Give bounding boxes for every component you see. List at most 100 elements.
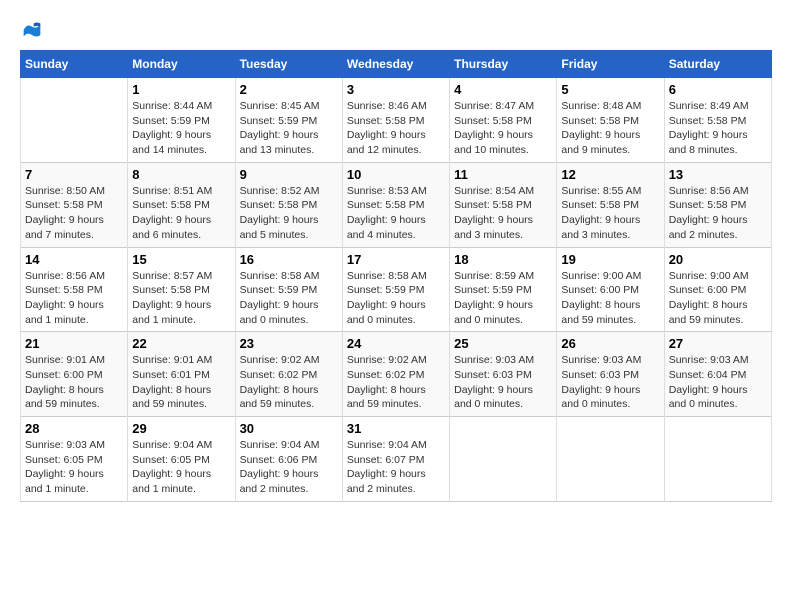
day-info: Sunrise: 9:01 AM Sunset: 6:00 PM Dayligh… — [25, 353, 123, 412]
day-number: 4 — [454, 82, 552, 97]
calendar-cell: 10 Sunrise: 8:53 AM Sunset: 5:58 PM Dayli… — [342, 162, 449, 247]
calendar-cell: 18Sunrise: 8:59 AM Sunset: 5:59 PM Dayli… — [450, 247, 557, 332]
day-number: 6 — [669, 82, 767, 97]
day-number: 18 — [454, 252, 552, 267]
day-number: 24 — [347, 336, 445, 351]
day-info: Sunrise: 8:56 AM Sunset: 5:58 PM Dayligh… — [25, 269, 123, 328]
calendar-week-row: 21 Sunrise: 9:01 AM Sunset: 6:00 PM Dayli… — [21, 332, 772, 417]
calendar-cell: 8 Sunrise: 8:51 AM Sunset: 5:58 PM Daylig… — [128, 162, 235, 247]
calendar-cell: 6 Sunrise: 8:49 AM Sunset: 5:58 PM Daylig… — [664, 78, 771, 163]
calendar-cell: 22 Sunrise: 9:01 AM Sunset: 6:01 PM Dayli… — [128, 332, 235, 417]
day-number: 8 — [132, 167, 230, 182]
calendar-cell: 5Sunrise: 8:48 AM Sunset: 5:58 PM Daylig… — [557, 78, 664, 163]
day-info: Sunrise: 8:51 AM Sunset: 5:58 PM Dayligh… — [132, 184, 230, 243]
day-info: Sunrise: 9:04 AM Sunset: 6:07 PM Dayligh… — [347, 438, 445, 497]
calendar-cell: 12 Sunrise: 8:55 AM Sunset: 5:58 PM Dayli… — [557, 162, 664, 247]
day-info: Sunrise: 8:56 AM Sunset: 5:58 PM Dayligh… — [669, 184, 767, 243]
day-info: Sunrise: 8:58 AM Sunset: 5:59 PM Dayligh… — [347, 269, 445, 328]
day-number: 27 — [669, 336, 767, 351]
day-number: 23 — [240, 336, 338, 351]
day-number: 12 — [561, 167, 659, 182]
calendar-cell: 13 Sunrise: 8:56 AM Sunset: 5:58 PM Dayli… — [664, 162, 771, 247]
day-number: 15 — [132, 252, 230, 267]
calendar-cell: 15 Sunrise: 8:57 AM Sunset: 5:58 PM Dayli… — [128, 247, 235, 332]
day-number: 2 — [240, 82, 338, 97]
day-info: Sunrise: 9:03 AM Sunset: 6:05 PM Dayligh… — [25, 438, 123, 497]
day-info: Sunrise: 9:02 AM Sunset: 6:02 PM Dayligh… — [240, 353, 338, 412]
column-header-wednesday: Wednesday — [342, 51, 449, 78]
calendar-cell: 17 Sunrise: 8:58 AM Sunset: 5:59 PM Dayli… — [342, 247, 449, 332]
day-number: 7 — [25, 167, 123, 182]
day-info: Sunrise: 9:04 AM Sunset: 6:05 PM Dayligh… — [132, 438, 230, 497]
day-info: Sunrise: 9:00 AM Sunset: 6:00 PM Dayligh… — [561, 269, 659, 328]
day-number: 14 — [25, 252, 123, 267]
day-number: 16 — [240, 252, 338, 267]
calendar-cell: 2 Sunrise: 8:45 AM Sunset: 5:59 PM Daylig… — [235, 78, 342, 163]
calendar-cell: 24 Sunrise: 9:02 AM Sunset: 6:02 PM Dayli… — [342, 332, 449, 417]
calendar-week-row: 7 Sunrise: 8:50 AM Sunset: 5:58 PM Daylig… — [21, 162, 772, 247]
day-number: 22 — [132, 336, 230, 351]
day-info: Sunrise: 9:03 AM Sunset: 6:03 PM Dayligh… — [454, 353, 552, 412]
day-info: Sunrise: 8:49 AM Sunset: 5:58 PM Dayligh… — [669, 99, 767, 158]
day-info: Sunrise: 8:45 AM Sunset: 5:59 PM Dayligh… — [240, 99, 338, 158]
day-number: 13 — [669, 167, 767, 182]
calendar-cell — [450, 417, 557, 502]
calendar-week-row: 1Sunrise: 8:44 AM Sunset: 5:59 PM Daylig… — [21, 78, 772, 163]
day-info: Sunrise: 8:50 AM Sunset: 5:58 PM Dayligh… — [25, 184, 123, 243]
column-header-friday: Friday — [557, 51, 664, 78]
calendar-cell: 1Sunrise: 8:44 AM Sunset: 5:59 PM Daylig… — [128, 78, 235, 163]
day-number: 10 — [347, 167, 445, 182]
day-info: Sunrise: 8:57 AM Sunset: 5:58 PM Dayligh… — [132, 269, 230, 328]
day-info: Sunrise: 9:00 AM Sunset: 6:00 PM Dayligh… — [669, 269, 767, 328]
day-info: Sunrise: 9:01 AM Sunset: 6:01 PM Dayligh… — [132, 353, 230, 412]
day-info: Sunrise: 8:47 AM Sunset: 5:58 PM Dayligh… — [454, 99, 552, 158]
day-info: Sunrise: 8:55 AM Sunset: 5:58 PM Dayligh… — [561, 184, 659, 243]
day-number: 1 — [132, 82, 230, 97]
calendar-cell: 11 Sunrise: 8:54 AM Sunset: 5:58 PM Dayli… — [450, 162, 557, 247]
day-number: 25 — [454, 336, 552, 351]
calendar-table: SundayMondayTuesdayWednesdayThursdayFrid… — [20, 50, 772, 502]
day-number: 30 — [240, 421, 338, 436]
day-number: 29 — [132, 421, 230, 436]
day-number: 26 — [561, 336, 659, 351]
calendar-cell: 21 Sunrise: 9:01 AM Sunset: 6:00 PM Dayli… — [21, 332, 128, 417]
calendar-cell: 9Sunrise: 8:52 AM Sunset: 5:58 PM Daylig… — [235, 162, 342, 247]
day-number: 11 — [454, 167, 552, 182]
calendar-header-row: SundayMondayTuesdayWednesdayThursdayFrid… — [21, 51, 772, 78]
day-number: 9 — [240, 167, 338, 182]
day-number: 21 — [25, 336, 123, 351]
calendar-cell: 30Sunrise: 9:04 AM Sunset: 6:06 PM Dayli… — [235, 417, 342, 502]
calendar-cell — [557, 417, 664, 502]
day-number: 17 — [347, 252, 445, 267]
page-header — [20, 20, 772, 40]
column-header-thursday: Thursday — [450, 51, 557, 78]
calendar-cell — [664, 417, 771, 502]
day-info: Sunrise: 8:53 AM Sunset: 5:58 PM Dayligh… — [347, 184, 445, 243]
day-info: Sunrise: 8:46 AM Sunset: 5:58 PM Dayligh… — [347, 99, 445, 158]
day-info: Sunrise: 9:03 AM Sunset: 6:03 PM Dayligh… — [561, 353, 659, 412]
calendar-cell: 7 Sunrise: 8:50 AM Sunset: 5:58 PM Daylig… — [21, 162, 128, 247]
day-number: 28 — [25, 421, 123, 436]
calendar-cell: 28 Sunrise: 9:03 AM Sunset: 6:05 PM Dayli… — [21, 417, 128, 502]
calendar-week-row: 28 Sunrise: 9:03 AM Sunset: 6:05 PM Dayli… — [21, 417, 772, 502]
column-header-monday: Monday — [128, 51, 235, 78]
column-header-saturday: Saturday — [664, 51, 771, 78]
logo-icon — [22, 20, 42, 40]
calendar-cell: 19 Sunrise: 9:00 AM Sunset: 6:00 PM Dayli… — [557, 247, 664, 332]
calendar-cell: 26 Sunrise: 9:03 AM Sunset: 6:03 PM Dayli… — [557, 332, 664, 417]
day-info: Sunrise: 9:03 AM Sunset: 6:04 PM Dayligh… — [669, 353, 767, 412]
calendar-cell: 4 Sunrise: 8:47 AM Sunset: 5:58 PM Daylig… — [450, 78, 557, 163]
calendar-cell: 23 Sunrise: 9:02 AM Sunset: 6:02 PM Dayli… — [235, 332, 342, 417]
day-info: Sunrise: 8:54 AM Sunset: 5:58 PM Dayligh… — [454, 184, 552, 243]
calendar-week-row: 14 Sunrise: 8:56 AM Sunset: 5:58 PM Dayli… — [21, 247, 772, 332]
day-number: 19 — [561, 252, 659, 267]
calendar-cell: 3Sunrise: 8:46 AM Sunset: 5:58 PM Daylig… — [342, 78, 449, 163]
calendar-cell — [21, 78, 128, 163]
calendar-cell: 29 Sunrise: 9:04 AM Sunset: 6:05 PM Dayli… — [128, 417, 235, 502]
calendar-cell: 25 Sunrise: 9:03 AM Sunset: 6:03 PM Dayli… — [450, 332, 557, 417]
day-info: Sunrise: 9:02 AM Sunset: 6:02 PM Dayligh… — [347, 353, 445, 412]
calendar-cell: 27 Sunrise: 9:03 AM Sunset: 6:04 PM Dayli… — [664, 332, 771, 417]
calendar-cell: 14 Sunrise: 8:56 AM Sunset: 5:58 PM Dayli… — [21, 247, 128, 332]
calendar-cell: 20Sunrise: 9:00 AM Sunset: 6:00 PM Dayli… — [664, 247, 771, 332]
calendar-cell: 16Sunrise: 8:58 AM Sunset: 5:59 PM Dayli… — [235, 247, 342, 332]
